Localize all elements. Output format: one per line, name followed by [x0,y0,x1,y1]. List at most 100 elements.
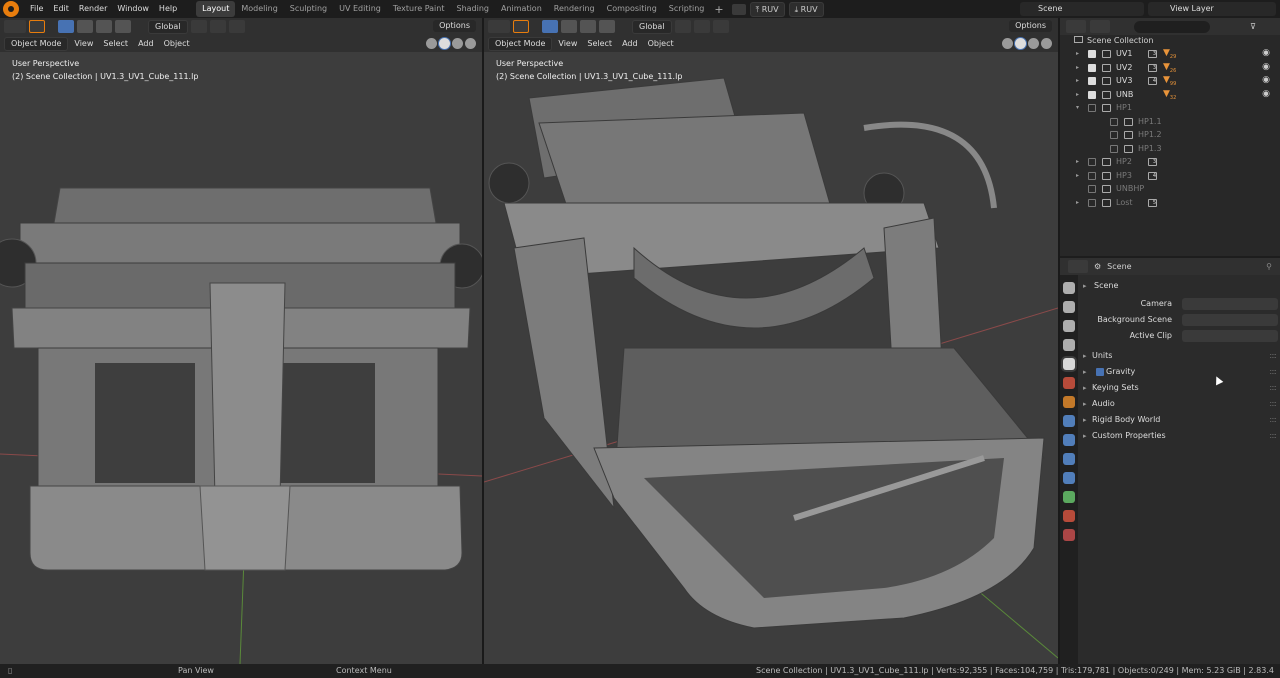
select-menu[interactable]: Select [99,37,132,51]
section-custom-properties[interactable]: Custom Properties:::: [1082,428,1278,444]
proportional-edit-icon[interactable] [712,20,729,33]
outliner-search-input[interactable] [1134,20,1210,33]
section-keying-sets[interactable]: Keying Sets:::: [1082,380,1278,396]
exclude-checkbox[interactable] [1088,104,1096,112]
field-selector-active-clip[interactable] [1182,330,1278,342]
select-mode-icon[interactable] [58,20,74,33]
properties-tab-particles-icon[interactable] [1063,434,1075,446]
expand-arrow-icon[interactable]: ▸ [1076,74,1079,88]
outliner-row-uv3[interactable]: ▸ UV3 4 ▼99 ◉ [1060,74,1280,88]
solid-shading-icon[interactable] [1015,38,1026,49]
exclude-checkbox[interactable] [1110,131,1118,139]
proportional-edit-icon[interactable] [228,20,245,33]
section-audio[interactable]: Audio:::: [1082,396,1278,412]
options-dropdown[interactable]: Options [433,20,476,32]
expand-arrow-icon[interactable]: ▸ [1076,47,1079,61]
select-invert-icon[interactable] [115,20,131,33]
field-selector-background-scene[interactable] [1182,314,1278,326]
visibility-eye-icon[interactable]: ◉ [1262,47,1270,61]
properties-tab-scene-icon[interactable] [1063,358,1075,370]
rendered-shading-icon[interactable] [465,38,476,49]
properties-tab-object-icon[interactable] [1063,396,1075,408]
orientation-dropdown[interactable]: Global [632,19,672,34]
tab-layout[interactable]: Layout [196,1,236,17]
outliner-row-unb[interactable]: ▸ UNB ▼32 ◉ [1060,88,1280,102]
section-gravity[interactable]: Gravity:::: [1082,364,1278,380]
outliner-row-lost[interactable]: ▸ Lost 5 [1060,196,1280,210]
expand-arrow-icon[interactable]: ▸ [1076,169,1079,183]
menu-file[interactable]: File [25,0,48,18]
visibility-eye-icon[interactable]: ◉ [1262,61,1270,75]
expand-arrow-icon[interactable]: ▸ [1076,196,1079,210]
drag-handle-icon[interactable]: :::: [1269,380,1277,396]
tab-shading[interactable]: Shading [450,1,495,17]
add-menu[interactable]: Add [134,37,158,51]
properties-editor-icon[interactable] [1068,260,1088,273]
exclude-checkbox[interactable] [1088,198,1096,207]
outliner-row-unbhp[interactable]: UNBHP [1060,182,1280,196]
editor-type-icon[interactable] [4,20,26,33]
select-subtract-icon[interactable] [96,20,112,33]
drag-handle-icon[interactable]: :::: [1269,428,1277,444]
expand-arrow-icon[interactable]: ▸ [1076,61,1079,75]
material-shading-icon[interactable] [452,38,463,49]
options-dropdown[interactable]: Options [1009,20,1052,32]
tab-sculpting[interactable]: Sculpting [284,1,333,17]
properties-tab-data-icon[interactable] [1063,491,1075,503]
pin-icon[interactable]: ⚲ [1266,262,1272,271]
gravity-checkbox[interactable] [1096,368,1104,376]
properties-tab-world-icon[interactable] [1063,377,1075,389]
view-menu[interactable]: View [554,37,581,51]
tab-scripting[interactable]: Scripting [663,1,711,17]
snap-icon[interactable] [209,20,226,33]
tab-animation[interactable]: Animation [495,1,548,17]
select-extend-icon[interactable] [561,20,577,33]
object-menu[interactable]: Object [160,37,194,51]
properties-tab-render-icon[interactable] [1063,301,1075,313]
ruv-button-2[interactable]: ⤓ RUV [788,1,824,17]
exclude-checkbox[interactable] [1088,63,1096,72]
object-menu[interactable]: Object [644,37,678,51]
expand-arrow-icon[interactable]: ▸ [1076,155,1079,169]
outliner-row-hp1-1[interactable]: HP1.1 [1060,115,1280,129]
properties-tab-output-icon[interactable] [1063,320,1075,332]
section-units[interactable]: Units:::: [1082,348,1278,364]
exclude-checkbox[interactable] [1088,185,1096,193]
filter-icon[interactable]: ⊽ [1250,22,1256,31]
expand-arrow-icon[interactable]: ▾ [1076,101,1079,115]
blender-logo-icon[interactable] [3,1,19,17]
add-workspace-button[interactable]: + [714,3,723,16]
viewport-left[interactable]: Global Options Object Mode View Select A… [0,18,482,664]
viewport-right[interactable]: Global Options Object Mode View Select A… [484,18,1058,664]
outliner-row-uv2[interactable]: ▸ UV2 3 ▼26 ◉ [1060,61,1280,75]
outliner-row-hp2[interactable]: ▸ HP2 3 [1060,155,1280,169]
screen-icon[interactable] [731,3,746,15]
drag-handle-icon[interactable]: :::: [1269,396,1277,412]
outliner-row-hp3[interactable]: ▸ HP3 4 [1060,169,1280,183]
outliner-row-hp1-2[interactable]: HP1.2 [1060,128,1280,142]
menu-edit[interactable]: Edit [48,0,74,18]
snap-icon[interactable] [693,20,710,33]
pivot-icon[interactable] [674,20,691,33]
tab-uv-editing[interactable]: UV Editing [333,1,387,17]
rendered-shading-icon[interactable] [1041,38,1052,49]
scene-section-header[interactable]: Scene [1082,278,1278,294]
editor-type-icon[interactable] [488,20,510,33]
select-tool-icon[interactable] [513,20,529,33]
material-shading-icon[interactable] [1028,38,1039,49]
exclude-checkbox[interactable] [1088,50,1096,58]
solid-shading-icon[interactable] [439,38,450,49]
tab-modeling[interactable]: Modeling [235,1,283,17]
field-selector-camera[interactable] [1182,298,1278,310]
drag-handle-icon[interactable]: :::: [1269,412,1277,428]
select-tool-icon[interactable] [29,20,45,33]
drag-handle-icon[interactable]: :::: [1269,348,1277,364]
drag-handle-icon[interactable]: :::: [1269,364,1277,380]
add-menu[interactable]: Add [618,37,642,51]
view-layer-selector[interactable]: View Layer [1148,2,1276,16]
view-menu[interactable]: View [70,37,97,51]
properties-tab-physics-icon[interactable] [1063,453,1075,465]
object-mode-dropdown[interactable]: Object Mode [4,36,69,51]
scene-selector[interactable]: Scene [1020,2,1144,16]
exclude-checkbox[interactable] [1088,171,1096,180]
